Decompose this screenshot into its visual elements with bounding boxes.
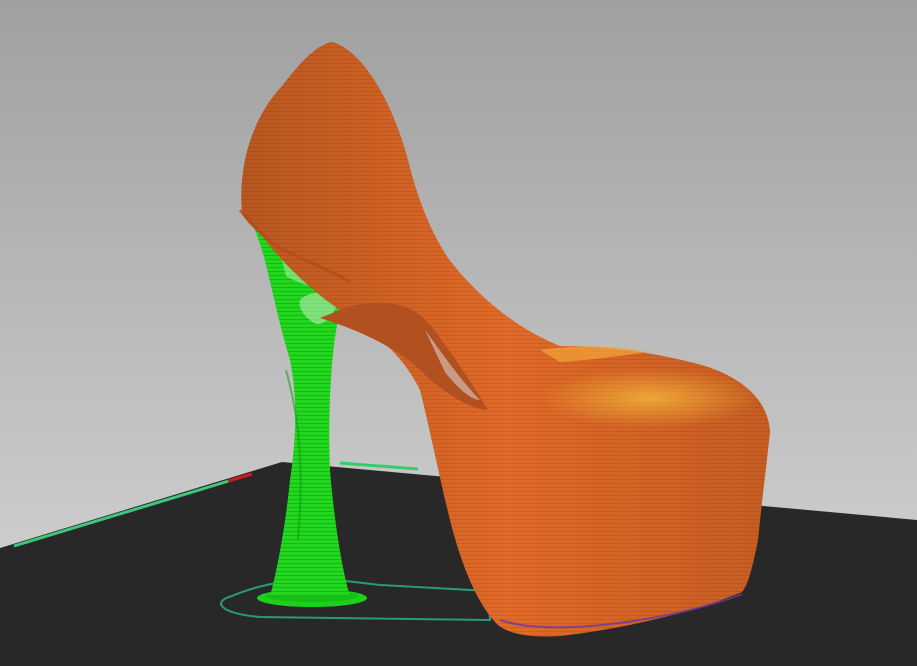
gcode-preview-viewport[interactable] [0, 0, 917, 666]
top-solid-infill [540, 368, 760, 428]
3d-scene[interactable] [0, 0, 917, 666]
